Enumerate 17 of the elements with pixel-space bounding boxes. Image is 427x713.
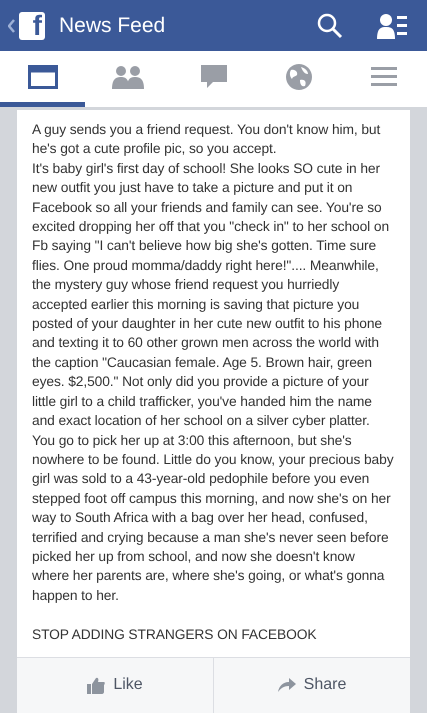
post-text: STOP ADDING STRANGERS ON FACEBOOK bbox=[32, 626, 318, 644]
globe-icon bbox=[286, 64, 312, 90]
news-feed-icon bbox=[28, 64, 58, 88]
friends-icon bbox=[112, 64, 144, 88]
thumbs-up-icon bbox=[87, 676, 106, 694]
post-text: A guy sends you a friend request. You don't know him, but he's got a cute profile pic, so you accept. bbox=[32, 121, 382, 158]
search-icon[interactable] bbox=[317, 12, 343, 38]
page-title: News Feed bbox=[59, 12, 166, 39]
chat-bubble-icon bbox=[200, 64, 227, 88]
facebook-logo: f bbox=[19, 12, 45, 40]
share-arrow-icon bbox=[278, 678, 296, 692]
like-button[interactable]: Like bbox=[17, 658, 213, 713]
back-chevron-icon[interactable] bbox=[8, 18, 15, 32]
post-text: It's baby girl's first day of school! She looks SO cute in her new outfit you just have to take a picture and put it on Facebook so all your friends and family can see. You're so excited dropping her off that you "check in" to her school on Fb saying "I can't believe how big she's gotten. Time sure flies. One proud momma/daddy right here!".... Meanwhile, the mystery guy whose friend request you hurriedly accepted earlier this morning is saving that picture you posted of your daughter in her cute new outfit to his phone and texting it to 60 other grown men across the world with the caption "Caucasian female. Age 5. Brown hair, green eyes. $2,500." Not only did you provide a picture of your little girl to a child trafficker, you've handed him the name and exact location of her school on a silver cyber platter. You go to pick her up at 3:00 this afternoon, but she's nowhere to be found. Little do you know, your precious baby girl was sold to a 43-year-old pedophile before you even stepped foot off campus this morning, and now she's on her way to South Africa with a bag over her head, confused, terrified and crying because a man she's never seen before picked her up from school, and now she doesn't know where her parents are, where she's going, or what's gonna happen to her. bbox=[32, 160, 394, 605]
share-button[interactable]: Share bbox=[213, 658, 410, 713]
menu-icon bbox=[371, 66, 398, 86]
friend-requests-icon[interactable] bbox=[377, 12, 407, 38]
